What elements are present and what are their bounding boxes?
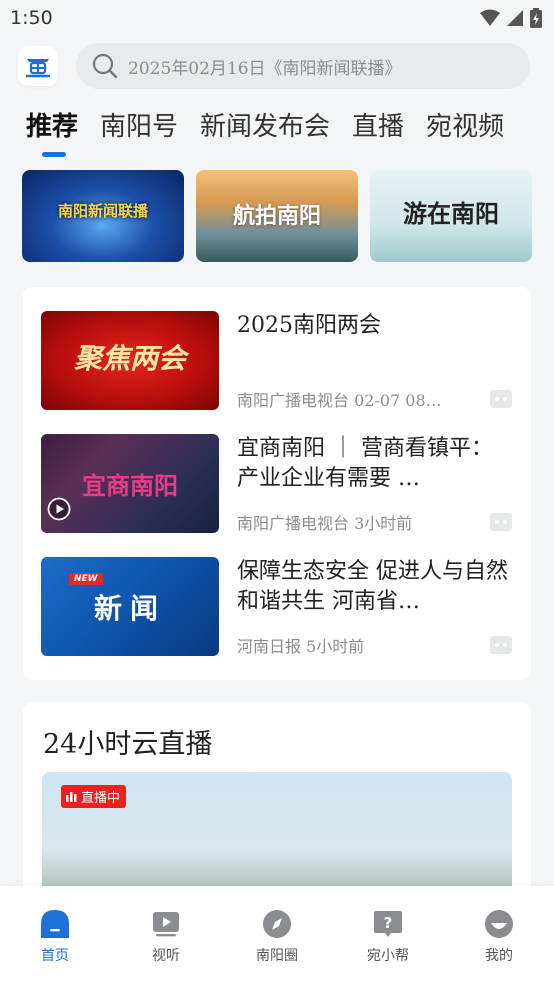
news-meta: 南阳广播电视台 02-07 08… — [237, 391, 442, 410]
thumbnail-new-badge: NEW — [69, 573, 103, 585]
news-meta: 河南日报 5小时前 — [237, 637, 365, 656]
banner-travel-nanyang[interactable]: 游在南阳 — [370, 170, 532, 262]
news-meta: 南阳广播电视台 3小时前 — [237, 514, 413, 533]
nav-label: 首页 — [41, 948, 69, 964]
tab-live[interactable]: 直播 — [352, 106, 404, 143]
news-title: 宜商南阳 ｜ 营商看镇平：产业企业有需要 … — [237, 436, 493, 491]
news-thumbnail: 宜商南阳 — [41, 434, 219, 533]
live-bars-icon — [66, 792, 77, 802]
search-placeholder: 2025年02月16日《南阳新闻联播》 — [128, 58, 402, 79]
thumbnail-title: 宜商南阳 — [82, 471, 178, 500]
nav-label: 宛小帮 — [367, 948, 409, 964]
search-icon — [92, 53, 118, 79]
app-logo[interactable] — [18, 46, 58, 86]
profile-icon — [485, 910, 513, 938]
banner-label: 航拍南阳 — [232, 203, 321, 229]
news-item[interactable]: 宜商南阳 宜商南阳 ｜ 营商看镇平：产业企业有需要 … 南阳广播电视台 3小时前 — [41, 434, 513, 534]
nav-label: 南阳圈 — [256, 948, 298, 964]
banner-row: 南阳新闻联播 航拍南阳 游在南阳 — [22, 170, 532, 262]
active-tab-indicator — [42, 152, 66, 157]
tab-nanyang-account[interactable]: 南阳号 — [100, 106, 178, 143]
comment-icon[interactable] — [489, 635, 513, 655]
nav-audio-video[interactable]: 视听 — [126, 908, 206, 965]
nanyang-logo-icon — [26, 59, 50, 78]
category-tabs: 推荐 南阳号 新闻发布会 直播 宛视频 — [26, 106, 526, 143]
status-bar: 1:50 — [0, 0, 554, 36]
thumbnail-title: 新闻 — [93, 592, 166, 625]
nav-label: 视听 — [152, 948, 180, 964]
news-item[interactable]: NEW 新闻 保障生态安全 促进人与自然和谐共生 河南省… 河南日报 5小时前 — [41, 557, 513, 657]
comment-icon[interactable] — [489, 512, 513, 532]
video-icon — [153, 912, 179, 937]
status-icons — [480, 8, 542, 28]
signal-icon — [507, 10, 523, 26]
thumbnail-title: 聚焦两会 — [73, 342, 186, 375]
banner-label: 游在南阳 — [403, 199, 499, 228]
nav-mine[interactable]: 我的 — [459, 908, 539, 965]
status-time: 1:50 — [10, 7, 53, 29]
nav-home[interactable]: 首页 — [15, 908, 95, 965]
bottom-navigation: 首页 视听 南阳圈 ? 宛小帮 我的 — [0, 886, 554, 984]
banner-news-broadcast[interactable]: 南阳新闻联播 — [22, 170, 184, 262]
live-stream-card: 24小时云直播 直播中 — [23, 702, 531, 902]
nav-nanyang-circle[interactable]: 南阳圈 — [237, 908, 317, 965]
wifi-icon — [480, 9, 500, 26]
tab-wan-video[interactable]: 宛视频 — [426, 106, 504, 143]
play-icon[interactable] — [47, 497, 71, 521]
nav-label: 我的 — [485, 948, 513, 964]
news-item[interactable]: 聚焦两会 2025南阳两会 南阳广播电视台 02-07 08… — [41, 311, 513, 411]
battery-icon — [530, 8, 542, 28]
help-icon: ? — [374, 911, 402, 937]
tab-press-conference[interactable]: 新闻发布会 — [200, 106, 330, 143]
banner-label: 南阳新闻联播 — [57, 202, 148, 220]
compass-icon — [263, 910, 291, 938]
search-bar[interactable]: 2025年02月16日《南阳新闻联播》 — [76, 43, 530, 89]
news-thumbnail: 聚焦两会 — [41, 311, 219, 410]
tab-recommended[interactable]: 推荐 — [26, 106, 78, 143]
banner-aerial-nanyang[interactable]: 航拍南阳 — [196, 170, 358, 262]
comment-icon[interactable] — [489, 389, 513, 409]
news-thumbnail: NEW 新闻 — [41, 557, 219, 656]
live-stream-thumbnail[interactable]: 直播中 — [42, 772, 512, 902]
live-badge: 直播中 — [61, 785, 127, 808]
live-heading: 24小时云直播 — [43, 729, 213, 760]
news-title: 保障生态安全 促进人与自然和谐共生 河南省… — [237, 559, 508, 614]
news-list-card: 聚焦两会 2025南阳两会 南阳广播电视台 02-07 08… 宜商南阳 宜商南… — [23, 287, 531, 680]
home-icon — [41, 910, 69, 938]
news-title: 2025南阳两会 — [237, 313, 381, 338]
svg-text:?: ? — [384, 914, 393, 932]
live-badge-label: 直播中 — [81, 791, 121, 806]
nav-wan-helper[interactable]: ? 宛小帮 — [348, 908, 428, 965]
